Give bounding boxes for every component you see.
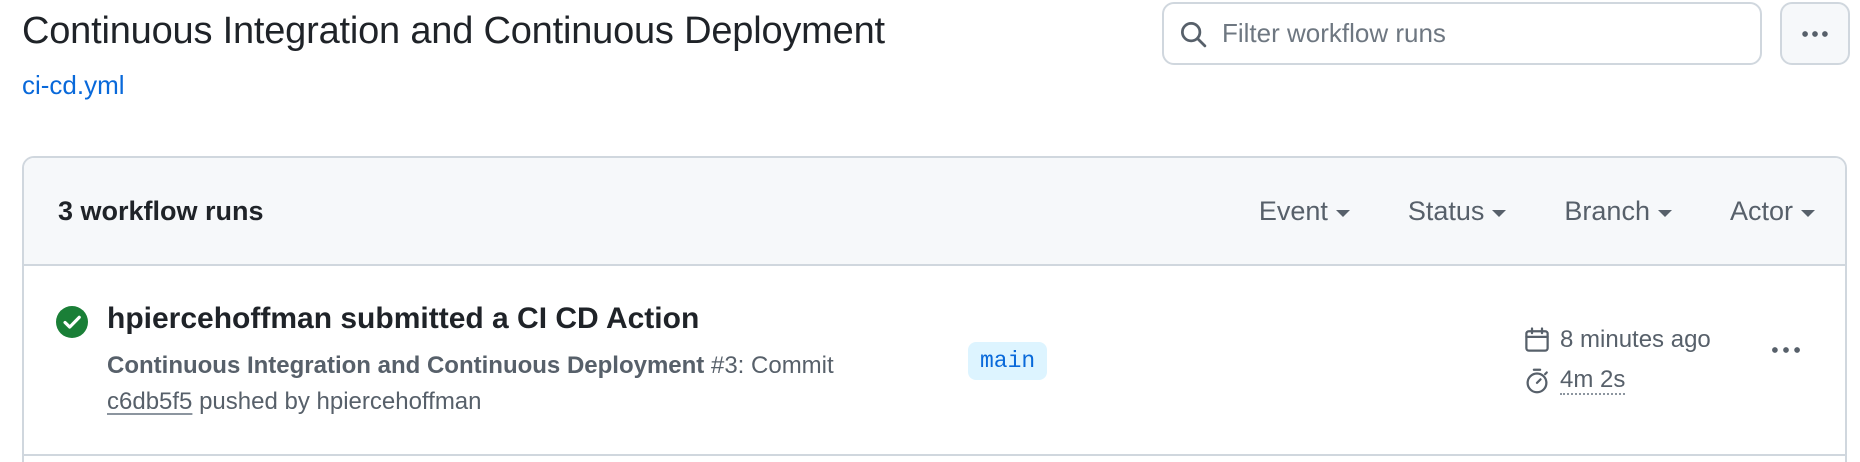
- filter-event[interactable]: Event: [1259, 196, 1350, 227]
- run-title-link[interactable]: hpiercehoffman submitted a CI CD Action: [107, 302, 699, 336]
- run-more-options-button[interactable]: [1764, 332, 1808, 368]
- run-timing: 8 minutes ago 4m 2s: [1522, 322, 1711, 404]
- triangle-down-icon: [1492, 209, 1507, 217]
- workflow-runs-panel: 3 workflow runs Event Status Branch Acto…: [22, 156, 1847, 462]
- commit-sha-link[interactable]: c6db5f5: [107, 388, 192, 415]
- commit-label: : Commit: [737, 352, 834, 379]
- triangle-down-icon: [1657, 209, 1672, 217]
- filter-actor-label: Actor: [1729, 196, 1793, 226]
- run-duration: 4m 2s: [1522, 363, 1711, 399]
- branch-label[interactable]: main: [968, 342, 1048, 380]
- run-commit-line: c6db5f5 pushed by hpiercehoffman: [107, 388, 482, 416]
- triangle-down-icon: [1335, 209, 1350, 217]
- filter-status-label: Status: [1407, 196, 1485, 226]
- runs-panel-header: 3 workflow runs Event Status Branch Acto…: [24, 158, 1845, 266]
- runs-count: 3 workflow runs: [58, 196, 264, 226]
- run-number: #3: [710, 352, 738, 379]
- triangle-down-icon: [1801, 209, 1815, 217]
- run-time-ago: 8 minutes ago: [1522, 322, 1711, 358]
- filter-runs-search[interactable]: [1162, 2, 1762, 65]
- duration-text: 4m 2s: [1560, 366, 1626, 396]
- more-options-button[interactable]: [1780, 2, 1850, 65]
- kebab-horizontal-icon: [1772, 347, 1800, 353]
- filter-status[interactable]: Status: [1408, 196, 1507, 227]
- workflow-file-link[interactable]: ci-cd.yml: [22, 70, 125, 101]
- workflow-run-row: hpiercehoffman submitted a CI CD Action …: [24, 266, 1845, 456]
- time-ago-text: 8 minutes ago: [1560, 326, 1711, 353]
- filter-event-label: Event: [1258, 196, 1328, 226]
- check-circle-fill-icon: [56, 306, 88, 338]
- pushed-by-text: pushed by hpiercehoffman: [199, 388, 482, 415]
- filter-branch[interactable]: Branch: [1564, 196, 1672, 227]
- page-title: Continuous Integration and Continuous De…: [22, 10, 885, 52]
- filter-branch-label: Branch: [1564, 196, 1650, 226]
- filter-actor[interactable]: Actor: [1730, 196, 1815, 227]
- calendar-icon: [1525, 327, 1549, 352]
- kebab-horizontal-icon: [1802, 30, 1828, 37]
- workflow-name: Continuous Integration and Continuous De…: [107, 352, 705, 379]
- filter-bar: Event Status Branch Actor: [1259, 196, 1815, 227]
- search-input[interactable]: [1222, 18, 1742, 49]
- run-meta-line: Continuous Integration and Continuous De…: [107, 352, 834, 380]
- search-icon: [1181, 21, 1207, 47]
- stopwatch-icon: [1526, 368, 1548, 394]
